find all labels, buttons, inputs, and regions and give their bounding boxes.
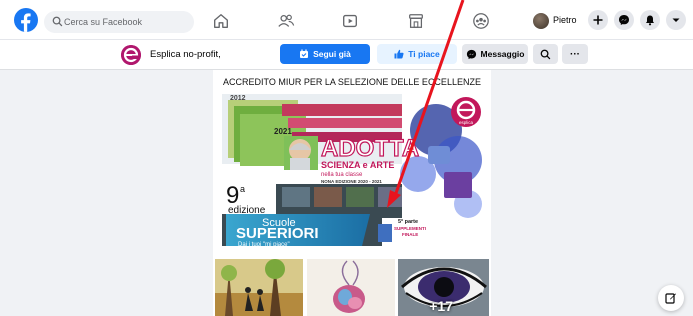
thumbs-up-icon	[394, 49, 404, 59]
banner-line-2: SUPERIORI	[236, 225, 319, 242]
mascot-figure	[284, 136, 318, 170]
home-icon[interactable]	[212, 12, 230, 30]
poster-subtitle: SCIENZA e ARTE	[321, 160, 394, 170]
poster-subtitle-2: nella tua classe	[321, 172, 363, 178]
post-thumbnail-2[interactable]	[307, 259, 395, 316]
esplica-logo: esplica	[451, 97, 481, 127]
edition-superscript: a	[240, 184, 245, 194]
page-name[interactable]: Esplica no-profit,	[150, 49, 221, 60]
page-search-button[interactable]	[533, 44, 558, 64]
messenger-icon	[466, 49, 476, 59]
post-thumbnail-1[interactable]	[215, 259, 303, 316]
like-label: Ti piace	[408, 49, 440, 59]
account-menu-button[interactable]	[666, 10, 686, 30]
follow-label: Segui già	[313, 49, 351, 59]
like-button[interactable]: Ti piace	[377, 44, 457, 64]
avatar	[533, 13, 549, 29]
new-message-button[interactable]	[658, 285, 684, 311]
post-card: ACCREDITO MIUR PER LA SELEZIONE DELLE EC…	[213, 70, 491, 316]
banner-line-3: Dai i tuoi "mi piace"	[238, 242, 290, 248]
search-input[interactable]	[64, 11, 190, 33]
friends-icon[interactable]	[277, 12, 295, 30]
more-label: ···	[570, 48, 580, 60]
search-icon	[540, 49, 551, 59]
logo-text: esplica	[459, 120, 474, 125]
follow-button[interactable]: Segui già	[280, 44, 370, 64]
poster-edition-line: NONA EDIZIONE 2020 - 2021	[321, 179, 382, 184]
search-box[interactable]	[44, 11, 194, 33]
post-caption: ACCREDITO MIUR PER LA SELEZIONE DELLE EC…	[223, 77, 481, 87]
compose-icon	[665, 293, 676, 304]
message-button[interactable]: Messaggio	[462, 44, 528, 64]
page-logo[interactable]	[121, 45, 141, 65]
messenger-button[interactable]	[614, 10, 634, 30]
poster-year-end: 2021	[274, 127, 292, 136]
more-options-button[interactable]: ···	[562, 44, 588, 64]
sticker-line-2: SUPPLEMENTI	[394, 226, 426, 231]
bell-icon	[646, 15, 654, 26]
top-navigation-bar: Pietro	[0, 0, 693, 40]
create-button[interactable]	[588, 10, 608, 30]
sticker-line-3: FINALE	[402, 232, 418, 237]
sticker-line-1: 5ª parte	[398, 218, 418, 225]
groups-icon[interactable]	[472, 12, 490, 30]
marketplace-icon[interactable]	[407, 12, 425, 30]
watch-icon[interactable]	[341, 12, 359, 30]
search-icon	[52, 16, 63, 27]
page-header-bar: Esplica no-profit, Segui già Ti piace Me…	[0, 40, 693, 70]
facebook-logo[interactable]	[14, 8, 38, 32]
poster-year-start: 2012	[230, 95, 246, 102]
caret-down-icon	[672, 18, 680, 22]
profile-name: Pietro	[553, 15, 577, 25]
message-label: Messaggio	[480, 49, 525, 59]
follow-icon	[300, 49, 309, 58]
post-main-image[interactable]: esplica 2012 2021 ADOTTA SCIENZA e ARTE …	[222, 92, 482, 252]
notifications-button[interactable]	[640, 10, 660, 30]
more-photos-count[interactable]: +17	[429, 298, 453, 314]
plus-icon	[593, 15, 603, 25]
messenger-icon	[619, 15, 629, 25]
poster-title: ADOTTA	[321, 135, 419, 162]
